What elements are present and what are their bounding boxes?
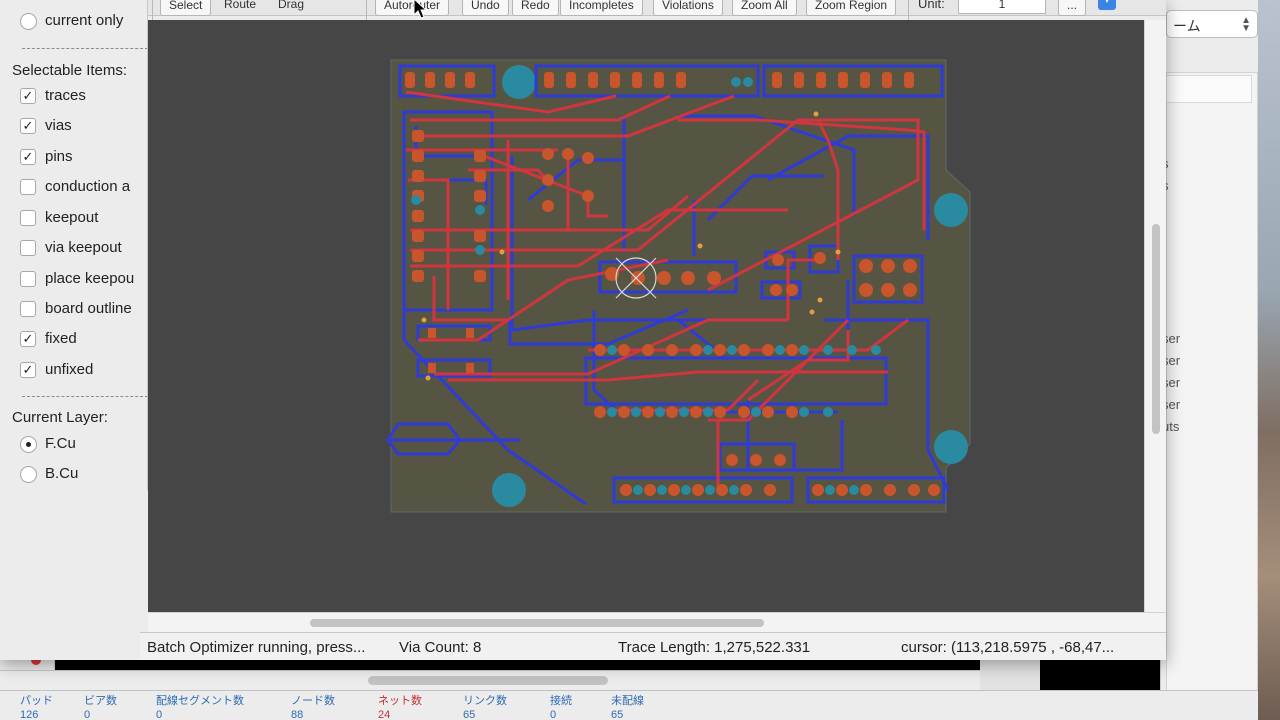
mounting-hole xyxy=(934,430,968,464)
violations-button[interactable]: Violations xyxy=(653,0,723,16)
checkbox: ✓ xyxy=(20,331,36,347)
select-parameter-panel: current only Selectable Items: ✓ traces ✓… xyxy=(0,0,148,490)
stat-nodes: ノード数 88 xyxy=(291,695,335,720)
freerouting-status-bar: Batch Optimizer running, press... Via Co… xyxy=(140,632,1166,660)
radio-circle xyxy=(20,436,37,453)
horizontal-scrollbar[interactable] xyxy=(148,612,1166,632)
route-mode-button[interactable]: Route xyxy=(216,0,264,16)
kicad-layer-select-value: ーム xyxy=(1173,18,1201,34)
updown-arrows-icon: ▲ ▼ xyxy=(1241,15,1251,34)
kicad-horizontal-scrollbar[interactable] xyxy=(0,670,980,690)
stat-connected: 接続 0 xyxy=(550,695,572,720)
radio-circle xyxy=(20,13,37,30)
scroll-thumb[interactable] xyxy=(310,619,764,627)
radio-circle xyxy=(20,466,37,483)
desktop-wallpaper xyxy=(1258,0,1280,720)
checkbox xyxy=(20,240,36,256)
via-count: Via Count: 8 xyxy=(399,639,482,656)
stat-pads: パッド 126 xyxy=(20,695,53,720)
unit-label: Unit: xyxy=(918,0,945,11)
checkbox xyxy=(20,271,36,287)
zoom-all-button[interactable]: Zoom All xyxy=(732,0,797,16)
checkbox xyxy=(20,301,36,317)
stat-vias: ビア数 0 xyxy=(84,695,117,720)
mounting-hole xyxy=(502,65,536,99)
mounting-hole xyxy=(934,193,968,227)
trace-length: Trace Length: 1,275,522.331 xyxy=(618,639,811,656)
drag-mode-button[interactable]: Drag xyxy=(270,0,312,16)
scroll-thumb[interactable] xyxy=(368,676,608,685)
chevron-down-icon[interactable]: ▾ xyxy=(1098,0,1116,10)
stat-unrouted: 未配線 65 xyxy=(611,695,644,720)
kicad-layer-select[interactable]: ーム ▲ ▼ xyxy=(1166,10,1258,38)
cursor-coordinates: cursor: (113,218.5975 , -68,47... xyxy=(901,639,1115,656)
toolbar-separator xyxy=(366,0,367,20)
vertical-scrollbar[interactable] xyxy=(1144,20,1166,612)
incompletes-button[interactable]: Incompletes xyxy=(560,0,643,16)
toolbar-separator xyxy=(152,0,153,20)
kicad-status-bar: パッド 126 ビア数 0 配線セグメント数 0 ノード数 88 ネット数 24 リンク数… xyxy=(0,690,1258,720)
current-layer-heading: Current Layer: xyxy=(12,409,108,426)
zoom-region-button[interactable]: Zoom Region xyxy=(806,0,897,16)
status-message: Batch Optimizer running, press... xyxy=(147,639,366,656)
selectable-items-heading: Selectable Items: xyxy=(12,62,128,79)
scroll-thumb[interactable] xyxy=(1152,224,1160,434)
more-button[interactable]: ... xyxy=(1058,0,1087,16)
divider xyxy=(22,48,147,49)
toolbar-separator xyxy=(908,0,909,20)
checkbox: ✓ xyxy=(20,118,36,134)
divider xyxy=(22,396,147,397)
checkbox: ✓ xyxy=(20,362,36,378)
unit-input[interactable]: 1 xyxy=(958,0,1046,14)
checkbox xyxy=(20,179,36,195)
redo-button[interactable]: Redo xyxy=(512,0,559,16)
checkbox: ✓ xyxy=(20,149,36,165)
select-mode-button[interactable]: Select xyxy=(160,0,212,16)
mounting-hole xyxy=(492,473,526,507)
undo-button[interactable]: Undo xyxy=(462,0,509,16)
stat-links: リンク数 65 xyxy=(463,695,507,720)
stat-segments: 配線セグメント数 0 xyxy=(156,695,244,720)
board-canvas[interactable] xyxy=(148,20,1144,612)
checkbox xyxy=(20,210,36,226)
mouse-pointer-icon xyxy=(413,0,428,19)
stat-nets: ネット数 24 xyxy=(378,695,422,720)
kicad-panel-header xyxy=(1166,75,1252,103)
checkbox: ✓ xyxy=(20,88,36,104)
pcb-board-drawing xyxy=(386,59,971,513)
